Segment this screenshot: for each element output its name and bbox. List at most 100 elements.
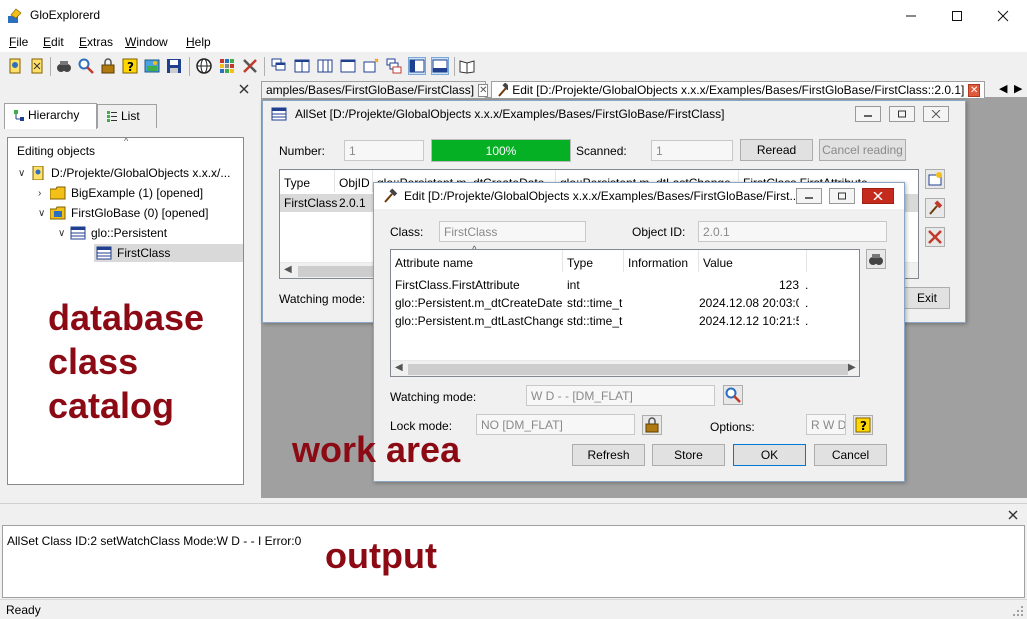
collapse-chevron-icon[interactable]: ∨ [38,208,50,219]
table-row[interactable]: glo::Persistent.m_dtLastChange std::time_… [391,312,859,330]
close-tab-icon[interactable]: ✕ [968,83,980,97]
allset-minimize-button[interactable] [855,106,881,122]
output-panel[interactable]: AllSet Class ID:2 setWatchClass Mode:W D… [2,525,1025,598]
close-button[interactable] [980,0,1026,31]
hierarchy-tree[interactable]: ^ Editing objects ∨ D:/Projekte/GlobalOb… [7,137,244,485]
split-bottom-button[interactable] [431,57,449,75]
tree-item-bigexample[interactable]: › BigExample (1) [opened] [38,184,203,202]
edit-close-button[interactable] [862,188,894,204]
open-folder-icon [50,206,66,220]
menu-help[interactable]: Help [186,35,211,49]
tab-hierarchy[interactable]: Hierarchy [4,103,97,129]
cancel-button[interactable]: Cancel [814,444,887,466]
ok-button[interactable]: OK [733,444,806,466]
tile-vertical-icon [294,59,310,73]
expand-chevron-icon[interactable]: › [38,188,50,199]
table-row[interactable]: glo::Persistent.m_dtCreateDate std::time_… [391,294,859,312]
tree-item-firstclass[interactable]: FirstClass [94,244,243,262]
close-base-button[interactable] [28,57,46,75]
globe-button[interactable] [195,57,213,75]
watching-search-button[interactable] [723,385,743,405]
binoculars-button[interactable] [55,57,73,75]
sort-indicator-icon: ^ [124,137,129,146]
options-help-button[interactable]: ? [853,415,873,435]
class-table-icon [96,246,112,260]
list-icon [107,111,117,122]
col-value[interactable]: Value [699,250,807,272]
cell-type: int [567,278,580,292]
split-left-button[interactable] [408,57,426,75]
menu-file[interactable]: File [9,35,28,49]
menu-extras[interactable]: Extras [79,35,113,49]
tab-edit[interactable]: Edit [D:/Projekte/GlobalObjects x.x.x/Ex… [491,81,985,98]
menu-edit[interactable]: Edit [43,35,64,49]
tile-horizontal-button[interactable] [316,57,334,75]
col-type[interactable]: Type [280,170,335,192]
search-object-button[interactable] [77,57,95,75]
arrange-button[interactable] [385,57,403,75]
help-button[interactable]: ? [121,57,139,75]
save-button[interactable] [165,57,183,75]
new-object-button[interactable] [925,169,945,189]
edit-minimize-button[interactable] [796,188,822,204]
binoculars-icon [869,254,883,265]
attribute-hscrollbar[interactable]: ◀ ▶ [391,360,859,376]
scroll-left-icon[interactable]: ◀ [284,264,292,275]
lock-button[interactable] [99,57,117,75]
annotation-catalog: catalog [48,385,175,426]
col-type[interactable]: Type [563,250,624,272]
open-base-button[interactable] [6,57,24,75]
table-row[interactable]: FirstClass.FirstAttribute int 123. [391,276,859,294]
allset-close-button[interactable] [923,106,949,122]
watching-mode-field: W D - - [DM_FLAT] [526,385,715,406]
close-panel-button[interactable] [239,83,249,97]
tile-vertical-button[interactable] [293,57,311,75]
tab-scroll-left-icon[interactable]: ◀ [999,82,1007,95]
delete-object-button[interactable] [925,227,945,247]
arrange-windows-icon [386,58,402,74]
maximize-button[interactable] [934,0,980,31]
edit-object-button[interactable] [925,198,945,218]
cancel-reading-button[interactable]: Cancel reading [819,139,906,161]
attribute-binoculars-button[interactable] [866,249,886,269]
col-attribute-name[interactable]: Attribute name [391,250,563,272]
title-bar: GloExplorerd [0,0,1027,31]
tree-item-database[interactable]: ∨ D:/Projekte/GlobalObjects x.x.x/... [18,164,230,182]
tools-button[interactable] [241,57,259,75]
store-button[interactable]: Store [652,444,725,466]
window-button[interactable] [339,57,357,75]
col-information[interactable]: Information [624,250,699,272]
collapse-chevron-icon[interactable]: ∨ [18,168,30,179]
tree-item-glo-persistent[interactable]: ∨ glo::Persistent [58,224,167,242]
tab-allset[interactable]: amples/Bases/FirstGloBase/FirstClass] ✕ [261,81,489,98]
menu-window[interactable]: Window [125,35,168,49]
scroll-left-icon[interactable]: ◀ [395,362,403,373]
tab-scroll-right-icon[interactable]: ▶ [1014,82,1022,95]
class-table-icon [271,107,287,121]
tree-item-firstglobase[interactable]: ∨ FirstGloBase (0) [opened] [38,204,208,222]
picture-button[interactable] [143,57,161,75]
close-output-button[interactable] [1008,509,1018,523]
tree-root-label: Editing objects [17,144,96,158]
resize-grip-icon[interactable] [1011,604,1024,617]
lock-mode-button[interactable] [642,415,662,435]
tab-list[interactable]: List [97,104,157,128]
attribute-table[interactable]: Attribute name Type Information Value Fi… [390,249,860,377]
tab-list-label: List [121,109,140,123]
scanned-label: Scanned: [576,144,627,158]
cascade-button[interactable] [270,57,288,75]
refresh-button[interactable]: Refresh [572,444,645,466]
scroll-thumb[interactable] [408,364,848,375]
collapse-chevron-icon[interactable]: ∨ [58,228,70,239]
class-table-icon [70,226,86,240]
grid-button[interactable] [218,57,236,75]
book-button[interactable] [458,57,476,75]
reread-button[interactable]: Reread [740,139,813,161]
scroll-right-icon[interactable]: ▶ [848,362,856,373]
minimize-button[interactable] [888,0,934,31]
edit-maximize-button[interactable] [829,188,855,204]
col-objid[interactable]: ObjID [335,170,373,192]
allset-maximize-button[interactable] [889,106,915,122]
new-window-button[interactable] [362,57,380,75]
close-tab-icon[interactable]: ✕ [478,83,489,97]
